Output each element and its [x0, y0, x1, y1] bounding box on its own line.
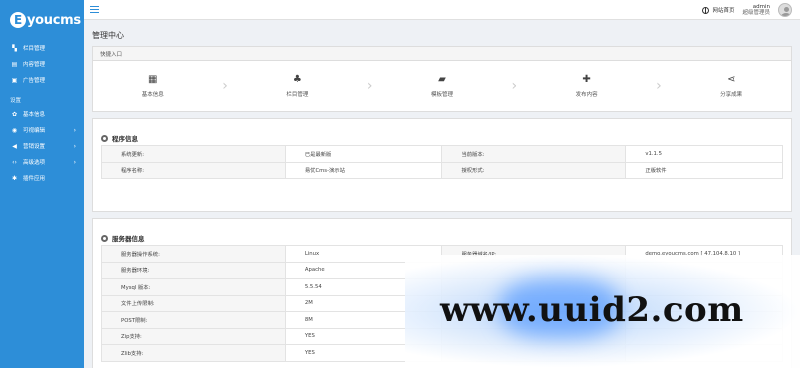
sitemap-icon: ♣ [292, 73, 302, 85]
sidebar-item-puzzle[interactable]: ✱ 插件应用 [0, 170, 84, 186]
info-label: 文件上传限制: [101, 294, 286, 312]
sidebar-item-label: 可视编辑 [23, 128, 46, 134]
image-icon: ▣ [11, 76, 18, 84]
chevron-right-icon: › [656, 78, 662, 94]
sidebar-section-settings: 设置 [10, 98, 22, 104]
quick-entry-label: 发布内容 [575, 91, 598, 98]
program-info-panel: 程序信息 系统更新: 已是最新版 当前版本: v1.1.5 程序名称: 易优Cms-演示站… [92, 118, 792, 212]
logo-mark: E [10, 12, 26, 28]
sidebar-item-sitemap[interactable]: ▚ 栏目管理 [0, 40, 84, 56]
info-circle-icon [101, 234, 108, 242]
quick-entry-id-card[interactable]: ▦ 基本信息 [103, 73, 203, 98]
chevron-right-icon: › [511, 78, 518, 94]
megaphone-icon: ◀ [12, 142, 17, 150]
quick-entry-label: 基本信息 [141, 91, 164, 98]
quick-entry-label: 分享成果 [720, 91, 743, 98]
info-label: 程序名称: [101, 161, 286, 179]
server-info-title: 服务器信息 [93, 219, 791, 245]
chevron-right-icon: › [366, 78, 373, 94]
sidebar-item-code[interactable]: ‹› 高级选项 › [0, 154, 84, 170]
list-icon: ▤ [11, 60, 18, 68]
puzzle-icon: ✱ [11, 174, 18, 182]
quick-entry-panel: 快捷入口 ▦ 基本信息 › ♣ 栏目管理 › ▰ 模板管理 › ✚ 发布内容 › ⋖ 分享成果 [92, 46, 792, 112]
quick-entry-label: 模板管理 [430, 91, 453, 98]
info-value: 正版软件 [625, 161, 783, 179]
gear-icon: ✿ [11, 110, 18, 118]
page-title: 管理中心 [92, 31, 124, 40]
table-row: 系统更新: 已是最新版 当前版本: v1.1.5 [101, 145, 783, 163]
sidebar-item-gear[interactable]: ✿ 基本信息 [0, 106, 84, 122]
quick-entry-sitemap[interactable]: ♣ 栏目管理 [247, 73, 347, 98]
info-label: POST限制: [101, 311, 286, 329]
info-label: 系统更新: [101, 145, 286, 163]
chevron-right-icon: › [73, 126, 76, 134]
sidebar-item-label: 高级选项 [23, 160, 46, 166]
info-label: 服务器环境: [101, 261, 286, 279]
info-label: 服务器操作系统: [101, 245, 286, 263]
share-icon: ⋖ [726, 73, 736, 85]
program-info-table: 系统更新: 已是最新版 当前版本: v1.1.5 程序名称: 易优Cms-演示站 授权形式:… [101, 145, 783, 179]
info-label: Zlib支持: [101, 344, 286, 362]
menu-toggle-icon[interactable] [90, 5, 99, 14]
topbar: 网站首页 admin 超级管理员 [84, 0, 800, 20]
quick-entry-share[interactable]: ⋖ 分享成果 [681, 73, 781, 98]
globe-icon [702, 6, 710, 14]
table-row: 程序名称: 易优Cms-演示站 授权形式: 正版软件 [101, 161, 783, 179]
sidebar: E youcms ▚ 栏目管理 ▤ 内容管理 ▣ 广告管理 设置 ✿ 基本信息 ◉ 可视编辑 › ◀… [0, 0, 84, 368]
chevron-right-icon: › [222, 78, 228, 94]
quick-entry-plus[interactable]: ✚ 发布内容 [537, 73, 637, 98]
sidebar-item-list[interactable]: ▤ 内容管理 [0, 56, 84, 72]
sitemap-icon: ▚ [12, 44, 17, 52]
site-home-label: 网站首页 [712, 8, 735, 14]
quick-entry-folder-open[interactable]: ▰ 模板管理 [392, 73, 492, 98]
sidebar-item-label: 营销设置 [23, 144, 46, 150]
sidebar-item-eye[interactable]: ◉ 可视编辑 › [0, 122, 84, 138]
server-info-label: 服务器信息 [112, 235, 145, 243]
info-circle-icon [101, 134, 108, 142]
info-label: 当前版本: [441, 145, 627, 163]
eye-icon: ◉ [11, 126, 18, 134]
sidebar-item-image[interactable]: ▣ 广告管理 [0, 72, 84, 88]
watermark-text: www.uuid2.com [440, 290, 744, 330]
sidebar-item-label: 插件应用 [23, 176, 46, 182]
folder-open-icon: ▰ [438, 73, 446, 85]
info-value: v1.1.5 [625, 145, 783, 163]
plus-icon: ✚ [582, 73, 591, 85]
logo[interactable]: E youcms [0, 0, 84, 40]
program-info-label: 程序信息 [112, 135, 138, 143]
user-role: 超级管理员 [742, 10, 770, 16]
chevron-right-icon: › [73, 158, 76, 166]
program-info-title: 程序信息 [93, 119, 791, 145]
sidebar-item-label: 栏目管理 [23, 46, 46, 52]
info-label: Mysql 版本: [101, 278, 286, 296]
sidebar-item-label: 广告管理 [23, 78, 46, 84]
sidebar-item-megaphone[interactable]: ◀ 营销设置 › [0, 138, 84, 154]
site-home-link[interactable]: 网站首页 [702, 6, 734, 14]
quick-entry-header: 快捷入口 [93, 47, 791, 61]
user-info[interactable]: admin 超级管理员 [742, 4, 770, 17]
quick-entry-label: 栏目管理 [286, 91, 309, 98]
sidebar-item-label: 内容管理 [23, 62, 46, 68]
avatar[interactable] [778, 3, 792, 17]
info-label: 授权形式: [441, 161, 627, 179]
code-icon: ‹› [12, 158, 17, 166]
chevron-right-icon: › [73, 142, 76, 150]
sidebar-item-label: 基本信息 [23, 112, 46, 118]
id-card-icon: ▦ [148, 73, 158, 85]
info-value: 易优Cms-演示站 [284, 161, 443, 179]
info-label: Zip支持: [101, 327, 286, 345]
logo-text: youcms [27, 12, 81, 28]
info-value: 已是最新版 [284, 145, 443, 163]
